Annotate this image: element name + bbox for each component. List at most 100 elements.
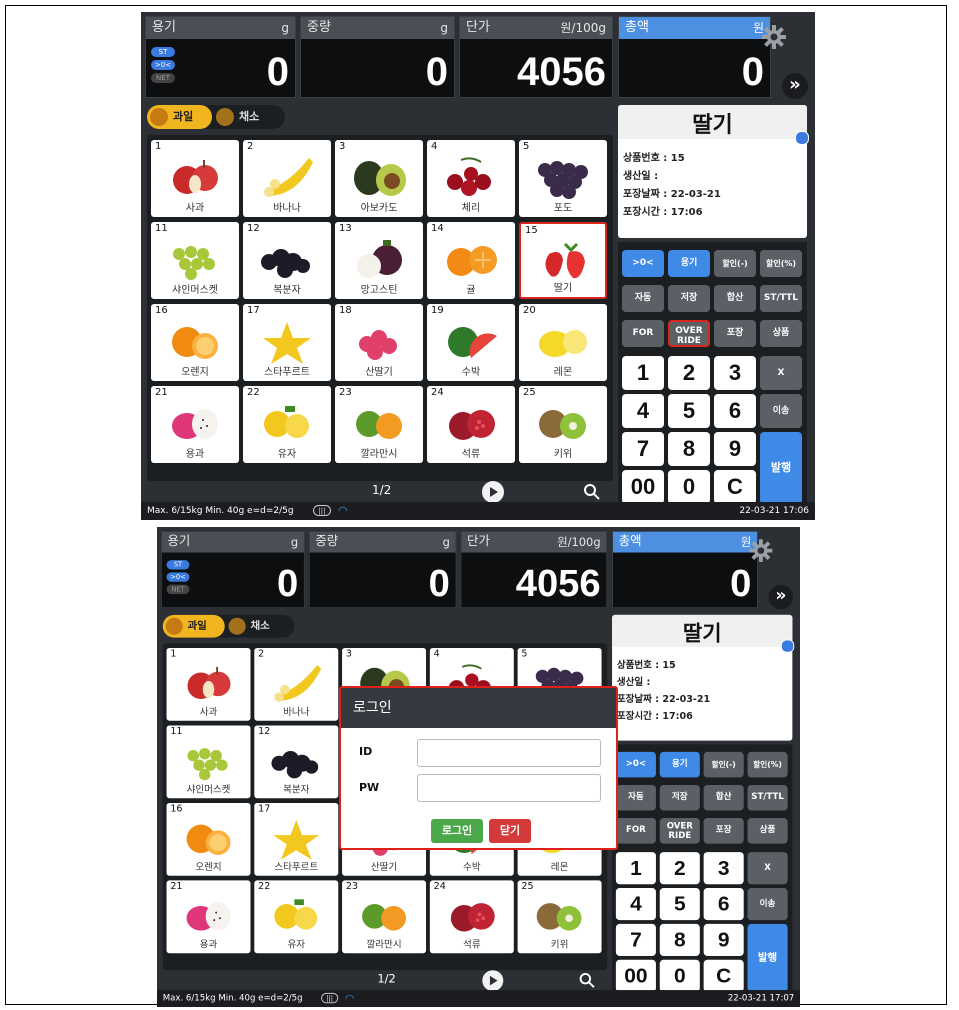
- product-tile[interactable]: 2 바나나: [254, 647, 339, 721]
- issue-key[interactable]: 발행: [747, 923, 788, 992]
- product-tile[interactable]: 17 스타푸르트: [243, 304, 331, 381]
- product-tile[interactable]: 23 깔라만시: [335, 386, 423, 463]
- key-6[interactable]: 6: [703, 887, 744, 921]
- key-5[interactable]: 5: [659, 887, 700, 921]
- product-tile[interactable]: 24 석류: [427, 386, 515, 463]
- key-2[interactable]: 2: [668, 356, 710, 390]
- product-tile[interactable]: 3 아보카도: [335, 140, 423, 217]
- key-00[interactable]: 00: [615, 959, 656, 992]
- product-tile[interactable]: 24 석류: [429, 880, 514, 954]
- discount-percent-key[interactable]: 할인(%): [760, 250, 802, 277]
- product-tile[interactable]: 1 사과: [166, 647, 251, 721]
- key-3[interactable]: 3: [714, 356, 756, 390]
- settings-gear-icon[interactable]: [761, 24, 787, 50]
- settings-gear-icon[interactable]: [748, 538, 773, 563]
- tab-fruit[interactable]: 과일: [147, 105, 212, 129]
- key-5[interactable]: 5: [668, 394, 710, 428]
- product-tile[interactable]: 21 용과: [151, 386, 239, 463]
- auto-key[interactable]: 자동: [622, 285, 664, 312]
- next-page-icon[interactable]: [482, 970, 504, 991]
- transfer-key[interactable]: 이송: [760, 394, 802, 428]
- tab-vegetable[interactable]: 채소: [213, 105, 285, 129]
- key-0[interactable]: 0: [659, 959, 700, 992]
- key-7[interactable]: 7: [615, 923, 656, 957]
- for-key[interactable]: FOR: [615, 818, 656, 844]
- save-key[interactable]: 저장: [659, 784, 700, 811]
- key-3[interactable]: 3: [703, 852, 744, 885]
- remote-connect-icon[interactable]: [780, 639, 795, 653]
- override-key[interactable]: OVER RIDE: [659, 818, 700, 844]
- product-key[interactable]: 상품: [760, 320, 802, 347]
- discount-amount-key[interactable]: 할인(-): [703, 751, 744, 778]
- for-key[interactable]: FOR: [622, 320, 664, 347]
- product-tile[interactable]: 22 유자: [254, 880, 339, 954]
- product-tile[interactable]: 14 귤: [427, 222, 515, 299]
- clear-x-key[interactable]: X: [747, 852, 788, 885]
- more-button[interactable]: »: [768, 584, 794, 610]
- product-tile[interactable]: 12 복분자: [254, 725, 339, 799]
- product-tile[interactable]: 5 포도: [519, 140, 607, 217]
- override-key[interactable]: OVER RIDE: [668, 320, 710, 347]
- tab-vegetable[interactable]: 채소: [226, 615, 295, 638]
- product-tile[interactable]: 4 체리: [427, 140, 515, 217]
- product-tile[interactable]: 13 망고스틴: [335, 222, 423, 299]
- product-tile[interactable]: 11 샤인머스켓: [151, 222, 239, 299]
- product-tile[interactable]: 19 수박: [427, 304, 515, 381]
- auto-key[interactable]: 자동: [615, 784, 656, 811]
- key-6[interactable]: 6: [714, 394, 756, 428]
- zero-key[interactable]: >0<: [615, 751, 656, 778]
- more-button[interactable]: »: [782, 73, 808, 99]
- close-button[interactable]: 닫기: [489, 819, 531, 843]
- product-tile[interactable]: 2 바나나: [243, 140, 331, 217]
- product-tile[interactable]: 12 복분자: [243, 222, 331, 299]
- tab-fruit[interactable]: 과일: [162, 614, 225, 638]
- tare-key[interactable]: 용기: [668, 250, 710, 277]
- save-key[interactable]: 저장: [668, 285, 710, 312]
- product-tile[interactable]: 16 오렌지: [151, 304, 239, 381]
- key-c[interactable]: C: [703, 959, 744, 992]
- login-button[interactable]: 로그인: [431, 819, 483, 843]
- key-1[interactable]: 1: [615, 852, 656, 885]
- product-tile[interactable]: 22 유자: [243, 386, 331, 463]
- sum-key[interactable]: 합산: [703, 784, 744, 811]
- st-ttl-key[interactable]: ST/TTL: [760, 285, 802, 312]
- product-tile[interactable]: 18 산딸기: [335, 304, 423, 381]
- product-tile[interactable]: 15 딸기: [519, 222, 607, 299]
- issue-key[interactable]: 발행: [760, 432, 802, 504]
- product-tile[interactable]: 1 사과: [151, 140, 239, 217]
- next-page-icon[interactable]: [482, 481, 504, 503]
- product-tile[interactable]: 21 용과: [166, 880, 251, 954]
- key-2[interactable]: 2: [659, 852, 700, 885]
- zero-key[interactable]: >0<: [622, 250, 664, 277]
- product-tile[interactable]: 16 오렌지: [166, 802, 251, 876]
- key-7[interactable]: 7: [622, 432, 664, 466]
- search-icon[interactable]: [579, 972, 596, 989]
- key-8[interactable]: 8: [668, 432, 710, 466]
- discount-percent-key[interactable]: 할인(%): [747, 751, 788, 778]
- id-input[interactable]: [417, 739, 601, 767]
- key-8[interactable]: 8: [659, 923, 700, 957]
- search-icon[interactable]: [583, 483, 601, 501]
- product-tile[interactable]: 25 키위: [517, 880, 602, 954]
- key-4[interactable]: 4: [622, 394, 664, 428]
- discount-amount-key[interactable]: 할인(-): [714, 250, 756, 277]
- remote-connect-icon[interactable]: [795, 131, 809, 145]
- pack-key[interactable]: 포장: [714, 320, 756, 347]
- key-9[interactable]: 9: [714, 432, 756, 466]
- key-00[interactable]: 00: [622, 470, 664, 504]
- product-tile[interactable]: 17 스타푸르트: [254, 802, 339, 876]
- key-1[interactable]: 1: [622, 356, 664, 390]
- product-tile[interactable]: 25 키위: [519, 386, 607, 463]
- pw-input[interactable]: [417, 774, 601, 802]
- tare-key[interactable]: 용기: [659, 751, 700, 778]
- key-4[interactable]: 4: [615, 887, 656, 921]
- pack-key[interactable]: 포장: [703, 818, 744, 844]
- st-ttl-key[interactable]: ST/TTL: [747, 784, 788, 811]
- product-key[interactable]: 상품: [747, 818, 788, 844]
- product-tile[interactable]: 23 깔라만시: [342, 880, 427, 954]
- product-tile[interactable]: 20 레몬: [519, 304, 607, 381]
- key-0[interactable]: 0: [668, 470, 710, 504]
- product-tile[interactable]: 11 샤인머스켓: [166, 725, 251, 799]
- key-c[interactable]: C: [714, 470, 756, 504]
- clear-x-key[interactable]: X: [760, 356, 802, 390]
